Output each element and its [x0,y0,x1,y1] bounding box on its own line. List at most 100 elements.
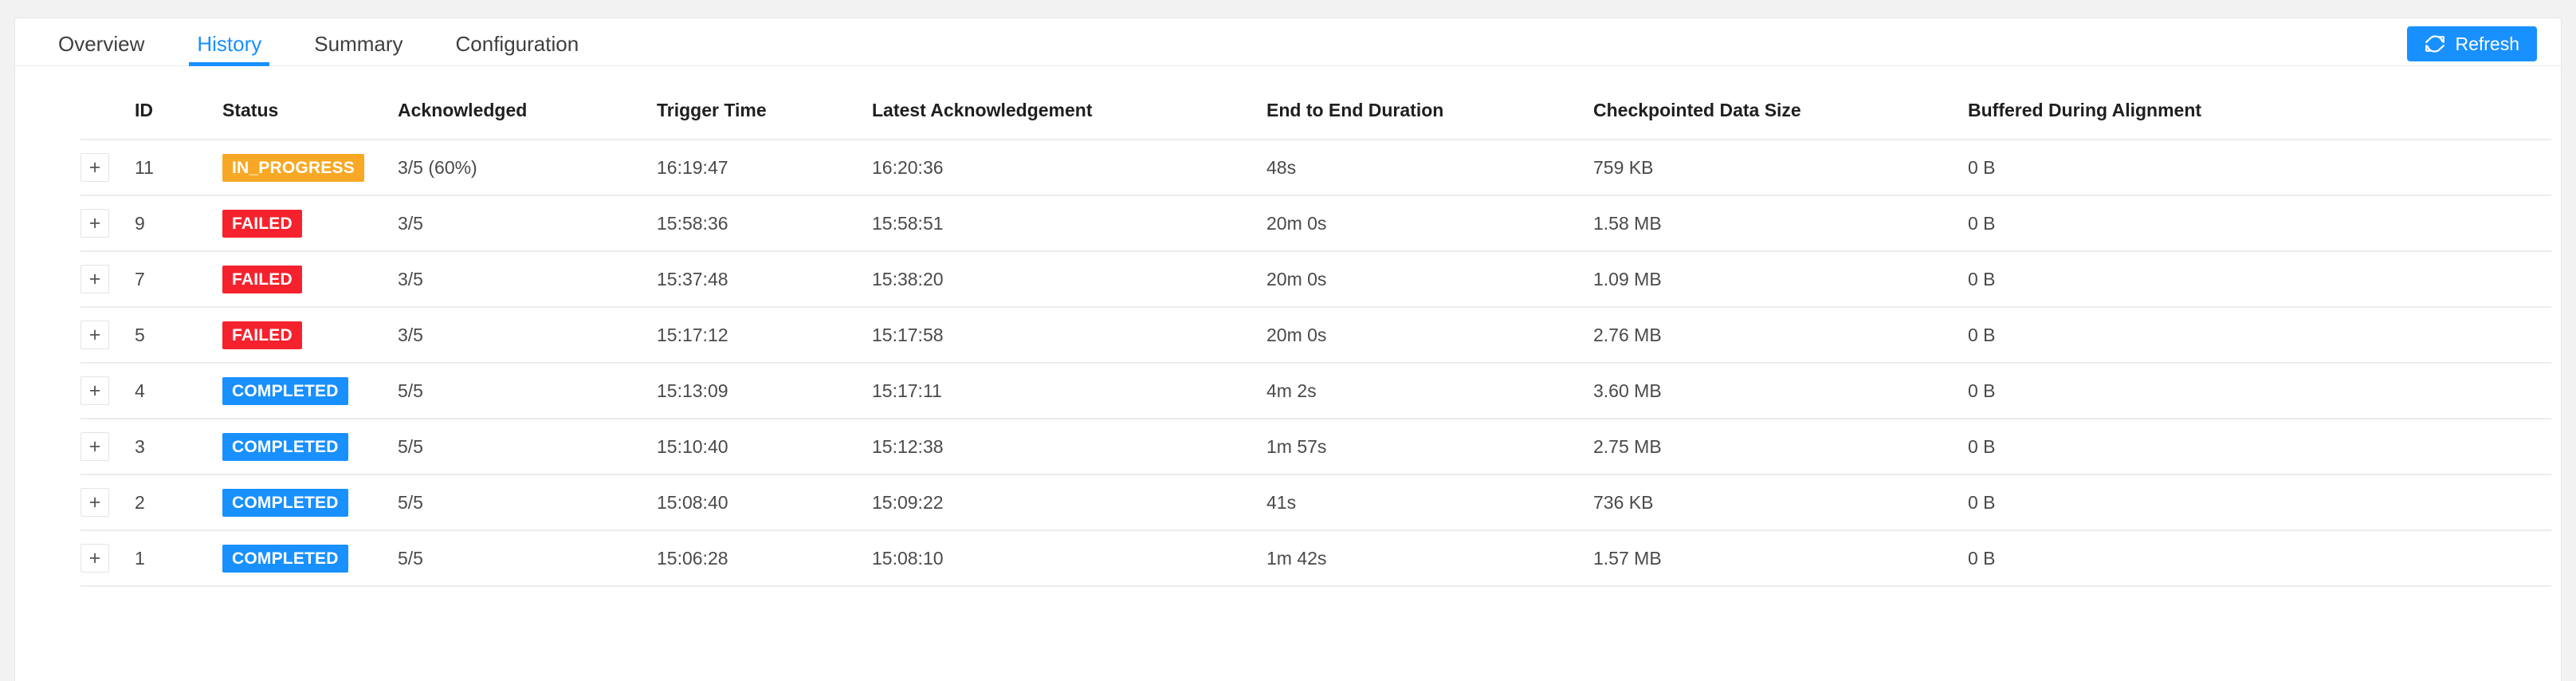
cell-end-to-end-duration: 1m 57s [1266,419,1593,475]
cell-trigger-time: 15:06:28 [657,530,872,587]
cell-end-to-end-duration: 48s [1266,140,1593,196]
expand-row-button[interactable]: + [80,488,109,517]
tab-summary[interactable]: Summary [296,33,420,65]
column-header: Trigger Time [657,66,872,140]
cell-buffered-during-alignment: 0 B [1968,474,2551,531]
expand-row-button[interactable]: + [80,321,109,349]
tab-configuration[interactable]: Configuration [438,33,597,65]
expand-cell: + [80,419,135,475]
cell-trigger-time: 15:37:48 [657,251,872,308]
cell-trigger-time: 15:17:12 [657,307,872,364]
status-badge: COMPLETED [222,432,348,461]
cell-acknowledged: 5/5 [398,419,657,475]
column-header: Latest Acknowledgement [872,66,1266,140]
expand-cell: + [80,363,135,419]
cell-end-to-end-duration: 1m 42s [1266,530,1593,587]
status-badge: IN_PROGRESS [222,153,364,182]
cell-buffered-during-alignment: 0 B [1968,140,2551,196]
table-row[interactable]: +5 FAILED 3/5 15:17:12 15:17:58 20m 0s 2.76 MB… [80,307,2551,364]
cell-id: 11 [135,140,222,196]
checkpoint-history-table-wrapper: ID Status Acknowledged Trigger Time Latest A… [15,66,2561,587]
status-badge: COMPLETED [222,376,348,405]
table-header-row: ID Status Acknowledged Trigger Time Latest A… [80,66,2551,140]
tab-label: History [197,32,262,56]
cell-acknowledged: 5/5 [398,530,657,587]
cell-latest-acknowledgement: 16:20:36 [872,140,1266,196]
cell-latest-acknowledgement: 15:58:51 [872,195,1266,252]
status-badge: COMPLETED [222,544,348,573]
cell-acknowledged: 3/5 [398,251,657,308]
table-row[interactable]: +9 FAILED 3/5 15:58:36 15:58:51 20m 0s 1.58 MB… [80,195,2551,252]
table-row[interactable]: +7 FAILED 3/5 15:37:48 15:38:20 20m 0s 1.09 MB… [80,251,2551,308]
cell-acknowledged: 3/5 (60%) [398,140,657,196]
cell-id: 3 [135,419,222,475]
expand-cell: + [80,140,135,196]
cell-latest-acknowledgement: 15:17:58 [872,307,1266,364]
tab-history[interactable]: History [179,32,279,66]
cell-buffered-during-alignment: 0 B [1968,419,2551,475]
expand-row-button[interactable]: + [80,544,109,573]
expand-row-button[interactable]: + [80,376,109,405]
cell-checkpointed-data-size: 1.58 MB [1593,195,1968,252]
table-row[interactable]: +3 COMPLETED 5/5 15:10:40 15:12:38 1m 57s 2.75… [80,419,2551,475]
tab-label: Summary [314,32,403,56]
table-body: +11 IN_PROGRESS 3/5 (60%) 16:19:47 16:20:36 4… [80,140,2551,587]
status-badge: FAILED [222,265,302,293]
column-header: ID [135,66,222,140]
table-header: ID Status Acknowledged Trigger Time Latest A… [80,66,2551,140]
expand-cell: + [80,307,135,364]
table-row[interactable]: +1 COMPLETED 5/5 15:06:28 15:08:10 1m 42s 1.57… [80,530,2551,587]
table-row[interactable]: +2 COMPLETED 5/5 15:08:40 15:09:22 41s 736 KB 0… [80,474,2551,531]
cell-buffered-during-alignment: 0 B [1968,530,2551,587]
cell-id: 5 [135,307,222,364]
cell-id: 4 [135,363,222,419]
column-header [80,66,135,140]
column-header: Acknowledged [398,66,657,140]
column-header: Status [222,66,398,140]
refresh-button[interactable]: Refresh [2407,26,2537,61]
cell-status: COMPLETED [222,363,398,419]
tab-bar: Overview History Summary Configuration Refr… [15,18,2561,66]
cell-latest-acknowledgement: 15:17:11 [872,363,1266,419]
cell-acknowledged: 5/5 [398,363,657,419]
cell-status: COMPLETED [222,474,398,531]
cell-trigger-time: 15:10:40 [657,419,872,475]
tab-overview[interactable]: Overview [41,33,162,65]
cell-acknowledged: 5/5 [398,474,657,531]
expand-row-button[interactable]: + [80,153,109,182]
cell-latest-acknowledgement: 15:08:10 [872,530,1266,587]
cell-checkpointed-data-size: 1.09 MB [1593,251,1968,308]
expand-row-button[interactable]: + [80,432,109,461]
cell-checkpointed-data-size: 2.75 MB [1593,419,1968,475]
cell-status: FAILED [222,251,398,308]
cell-status: COMPLETED [222,530,398,587]
cell-latest-acknowledgement: 15:12:38 [872,419,1266,475]
cell-status: COMPLETED [222,419,398,475]
expand-cell: + [80,530,135,587]
cell-latest-acknowledgement: 15:09:22 [872,474,1266,531]
status-badge: COMPLETED [222,488,348,517]
table-row[interactable]: +11 IN_PROGRESS 3/5 (60%) 16:19:47 16:20:36 4… [80,140,2551,196]
expand-cell: + [80,474,135,531]
column-header: End to End Duration [1266,66,1593,140]
cell-id: 2 [135,474,222,531]
cell-acknowledged: 3/5 [398,195,657,252]
status-badge: FAILED [222,209,302,238]
cell-trigger-time: 15:58:36 [657,195,872,252]
checkpoint-history-card: Overview History Summary Configuration Refr… [14,18,2562,681]
cell-latest-acknowledgement: 15:38:20 [872,251,1266,308]
cell-acknowledged: 3/5 [398,307,657,364]
expand-row-button[interactable]: + [80,209,109,238]
tab-label: Configuration [455,32,579,56]
cell-status: IN_PROGRESS [222,140,398,196]
expand-cell: + [80,251,135,308]
column-header: Checkpointed Data Size [1593,66,1968,140]
expand-row-button[interactable]: + [80,265,109,293]
cell-end-to-end-duration: 20m 0s [1266,251,1593,308]
table-row[interactable]: +4 COMPLETED 5/5 15:13:09 15:17:11 4m 2s 3.60 … [80,363,2551,419]
status-badge: FAILED [222,321,302,349]
cell-id: 1 [135,530,222,587]
cell-buffered-during-alignment: 0 B [1968,307,2551,364]
cell-checkpointed-data-size: 759 KB [1593,140,1968,196]
page-root: Overview History Summary Configuration Refr… [0,0,2576,681]
